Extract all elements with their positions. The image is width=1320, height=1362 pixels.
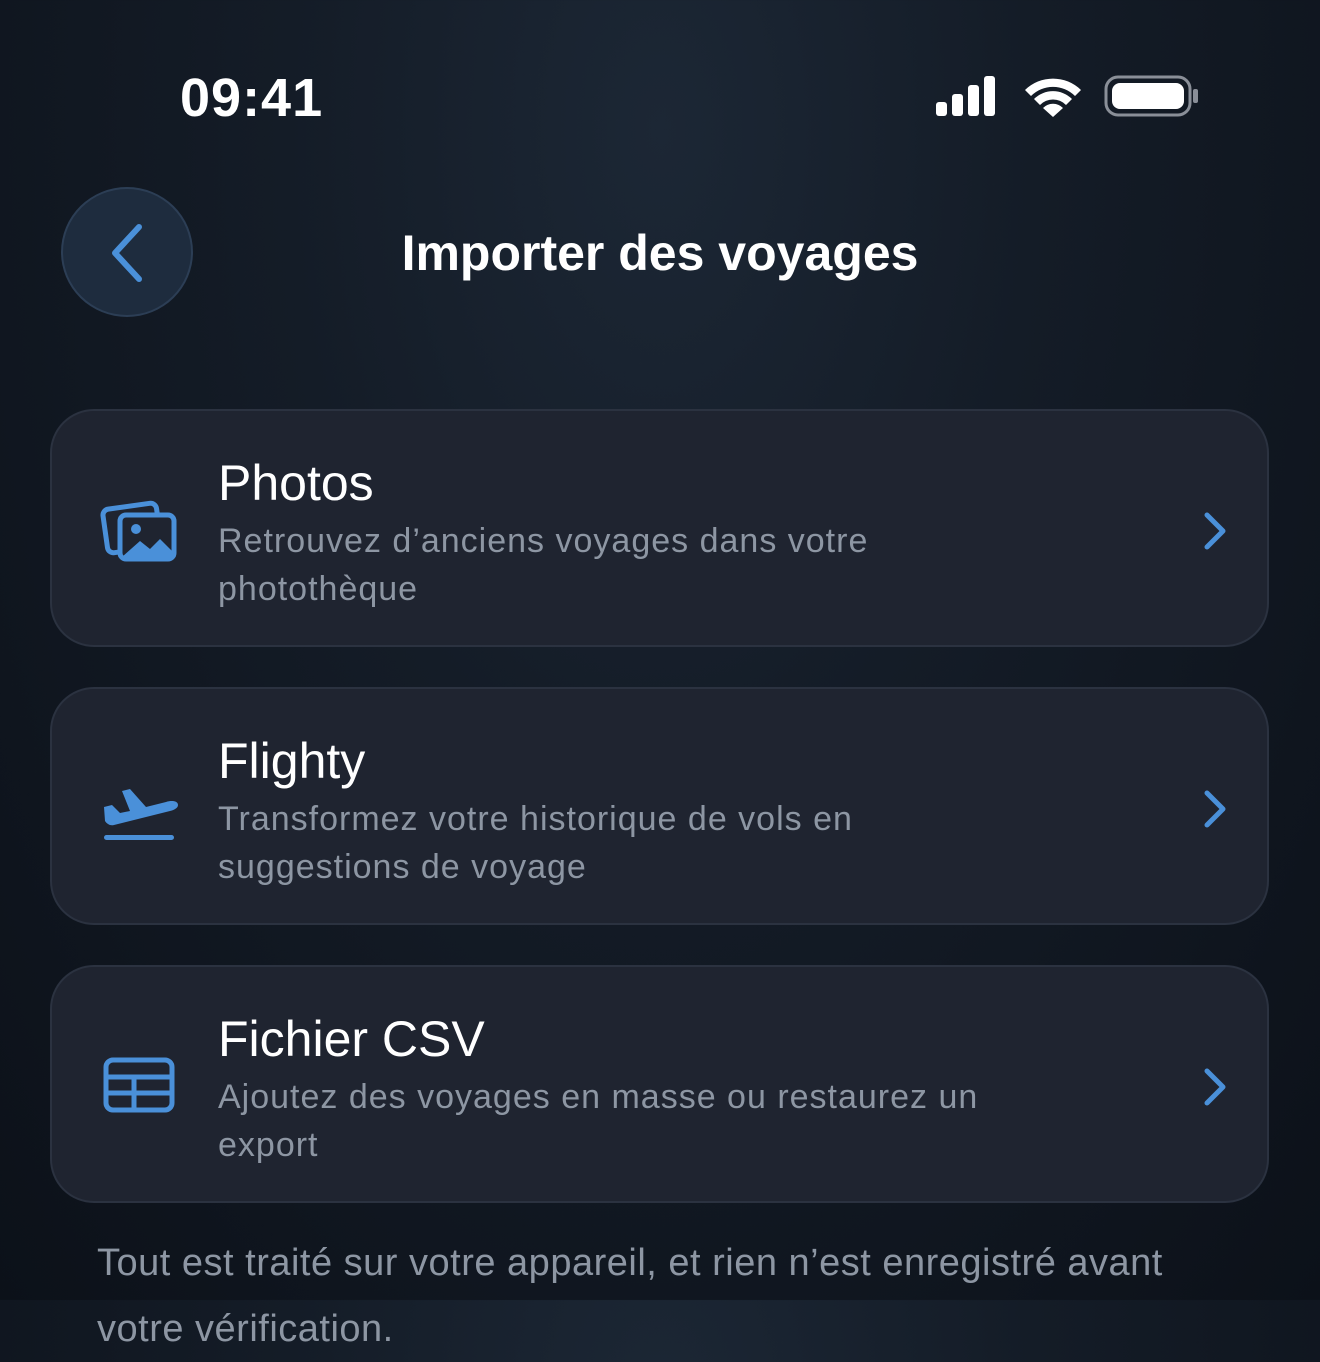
- option-description: Ajoutez des voyages en masse ou restaure…: [218, 1078, 979, 1164]
- import-option-flighty[interactable]: Flighty Transformez votre historique de …: [50, 687, 1269, 925]
- chevron-right-icon: [1204, 1068, 1226, 1106]
- status-icons: [936, 74, 1200, 120]
- option-description: Retrouvez d’anciens voyages dans votre p…: [218, 522, 869, 608]
- privacy-note: Tout est traité sur votre appareil, et r…: [97, 1242, 1163, 1350]
- chevron-right-icon: [1204, 790, 1226, 828]
- option-title: Fichier CSV: [218, 1011, 485, 1067]
- airplane-takeoff-icon: [104, 789, 178, 840]
- table-icon: [103, 1057, 175, 1113]
- signal-icon: [936, 76, 995, 116]
- wifi-icon: [1025, 78, 1081, 117]
- import-option-csv[interactable]: Fichier CSV Ajoutez des voyages en masse…: [50, 965, 1269, 1203]
- battery-icon: [1104, 75, 1198, 117]
- import-option-photos[interactable]: Photos Retrouvez d’anciens voyages dans …: [50, 409, 1269, 647]
- page-title: Importer des voyages: [401, 225, 919, 281]
- option-title: Flighty: [218, 733, 366, 789]
- option-description: Transformez votre historique de vols en …: [218, 800, 853, 886]
- chevron-right-icon: [1204, 512, 1226, 550]
- photos-icon: [100, 500, 177, 562]
- option-title: Photos: [218, 455, 374, 511]
- status-time: 09:41: [180, 68, 324, 128]
